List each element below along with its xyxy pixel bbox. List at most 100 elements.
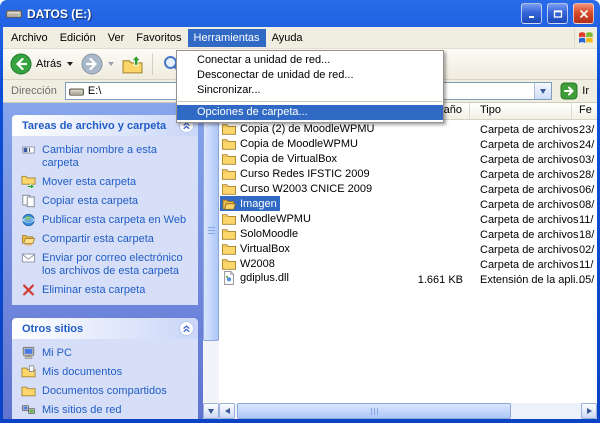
table-row[interactable]: SoloMoodle Carpeta de archivos 18/ (219, 227, 597, 242)
tasks-panel-header[interactable]: Tareas de archivo y carpeta (12, 115, 198, 136)
menu-herramientas[interactable]: Herramientas (188, 29, 266, 47)
table-row[interactable]: Curso Redes IFSTIC 2009 Carpeta de archi… (219, 167, 597, 182)
address-dropdown-button[interactable] (534, 83, 551, 99)
file-name[interactable]: Curso Redes IFSTIC 2009 (240, 168, 370, 180)
file-name[interactable]: MoodleWPMU (240, 213, 311, 225)
table-row[interactable]: Copia de MoodleWPMU Carpeta de archivos … (219, 137, 597, 152)
forward-dropdown-caret[interactable] (108, 62, 114, 66)
tasks-panel-title: Tareas de archivo y carpeta (22, 120, 166, 132)
minimize-icon (527, 9, 537, 19)
chevron-down-icon (540, 89, 546, 94)
task-publish-web[interactable]: Publicar esta carpeta en Web (21, 214, 194, 227)
task-label[interactable]: Enviar por correo electrónico los archiv… (42, 252, 187, 278)
windows-logo-icon (574, 28, 597, 47)
scroll-down-button[interactable] (203, 403, 219, 419)
file-name[interactable]: SoloMoodle (240, 228, 298, 240)
place-label[interactable]: Documentos compartidos (42, 385, 167, 398)
menu-archivo[interactable]: Archivo (5, 29, 54, 47)
place-label[interactable]: Mi PC (42, 347, 72, 360)
forward-icon (81, 53, 103, 75)
collapse-button[interactable] (179, 321, 194, 336)
table-row[interactable]: Copia (2) de MoodleWPMU Carpeta de archi… (219, 122, 597, 137)
menu-ver[interactable]: Ver (102, 29, 131, 47)
titlebar[interactable]: DATOS (E:) (3, 0, 597, 27)
menu-edicion[interactable]: Edición (54, 29, 102, 47)
sidebar-item-mis-documentos[interactable]: Mis documentos (21, 366, 194, 379)
chevron-double-up-icon (180, 322, 193, 335)
back-dropdown-caret[interactable] (67, 62, 73, 66)
menu-favoritos[interactable]: Favoritos (130, 29, 187, 47)
task-copy-folder[interactable]: Copiar esta carpeta (21, 195, 194, 208)
forward-button[interactable] (78, 52, 117, 76)
window-title: DATOS (E:) (27, 7, 516, 21)
task-label[interactable]: Eliminar esta carpeta (42, 284, 145, 297)
scroll-left-button[interactable] (219, 403, 235, 419)
menu-item-sincronizar[interactable]: Sincronizar... (177, 83, 443, 98)
table-row[interactable]: W2008 Carpeta de archivos 11/ (219, 257, 597, 272)
file-name[interactable]: Copia (2) de MoodleWPMU (240, 123, 375, 135)
computer-icon (21, 346, 36, 360)
task-move-folder[interactable]: Mover esta carpeta (21, 176, 194, 189)
task-label[interactable]: Mover esta carpeta (42, 176, 136, 189)
column-header-type[interactable]: Tipo (470, 103, 572, 119)
scroll-right-button[interactable] (581, 403, 597, 419)
menu-ayuda[interactable]: Ayuda (266, 29, 309, 47)
task-label[interactable]: Compartir esta carpeta (42, 233, 154, 246)
horizontal-scrollbar[interactable] (219, 403, 597, 419)
table-row-selected[interactable]: Imagen Carpeta de archivos 08/ (219, 197, 597, 212)
explorer-window: DATOS (E:) Archivo Edición Ver Favoritos… (0, 0, 600, 423)
sidebar-item-mi-pc[interactable]: Mi PC (21, 347, 194, 360)
place-label[interactable]: Mis sitios de red (42, 404, 121, 417)
task-rename-folder[interactable]: Cambiar nombre a esta carpeta (21, 144, 194, 170)
go-icon (560, 82, 578, 100)
task-share-folder[interactable]: Compartir esta carpeta (21, 233, 194, 246)
tasks-panel: Tareas de archivo y carpeta Cambiar nomb… (12, 115, 198, 305)
folder-icon (222, 213, 236, 225)
vertical-scroll-thumb[interactable] (203, 119, 219, 341)
file-name[interactable]: Copia de MoodleWPMU (240, 138, 358, 150)
file-name[interactable]: Copia de VirtualBox (240, 153, 337, 165)
email-icon (21, 251, 36, 265)
file-name[interactable]: Imagen (240, 198, 277, 210)
share-folder-icon (21, 232, 36, 246)
task-email-files[interactable]: Enviar por correo electrónico los archiv… (21, 252, 194, 278)
folder-icon (222, 138, 236, 150)
back-button[interactable]: Atrás (7, 52, 76, 76)
table-row[interactable]: VirtualBox Carpeta de archivos 02/ (219, 242, 597, 257)
column-header-date[interactable]: Fe (572, 103, 597, 119)
sidebar-item-mis-sitios-de-red[interactable]: Mis sitios de red (21, 404, 194, 417)
go-button[interactable]: Ir (552, 82, 595, 100)
file-type: Carpeta de archivos (470, 229, 572, 241)
horizontal-scroll-thumb[interactable] (237, 403, 511, 419)
table-row[interactable]: Curso W2003 CNICE 2009 Carpeta de archiv… (219, 182, 597, 197)
other-places-header[interactable]: Otros sitios (12, 318, 198, 339)
minimize-button[interactable] (521, 3, 542, 24)
tasks-panel-body: Cambiar nombre a esta carpeta Mover esta… (12, 136, 198, 305)
file-date: 02/ (572, 244, 597, 256)
menu-item-desconectar-unidad-red[interactable]: Desconectar de unidad de red... (177, 68, 443, 83)
close-button[interactable] (573, 3, 594, 24)
table-row[interactable]: gdiplus.dll 1.661 KB Extensión de la apl… (219, 272, 597, 287)
file-name[interactable]: VirtualBox (240, 243, 290, 255)
arrow-right-icon (587, 408, 592, 414)
table-row[interactable]: MoodleWPMU Carpeta de archivos 11/ (219, 212, 597, 227)
menu-item-conectar-unidad-red[interactable]: Conectar a unidad de red... (177, 53, 443, 68)
task-label[interactable]: Publicar esta carpeta en Web (42, 214, 186, 227)
place-label[interactable]: Mis documentos (42, 366, 122, 379)
file-name[interactable]: gdiplus.dll (240, 272, 289, 284)
task-label[interactable]: Cambiar nombre a esta carpeta (42, 144, 187, 170)
task-delete-folder[interactable]: Eliminar esta carpeta (21, 284, 194, 297)
sidebar-item-documentos-compartidos[interactable]: Documentos compartidos (21, 385, 194, 398)
file-name[interactable]: W2008 (240, 258, 275, 270)
folder-icon (222, 243, 236, 255)
sidebar-vertical-scrollbar[interactable] (203, 103, 219, 419)
task-label[interactable]: Copiar esta carpeta (42, 195, 138, 208)
arrow-down-icon (208, 409, 214, 414)
up-button[interactable] (119, 53, 146, 76)
dll-file-icon (222, 271, 236, 285)
menu-item-opciones-de-carpeta[interactable]: Opciones de carpeta... (177, 105, 443, 120)
folder-icon (222, 228, 236, 240)
file-name[interactable]: Curso W2003 CNICE 2009 (240, 183, 372, 195)
table-row[interactable]: Copia de VirtualBox Carpeta de archivos … (219, 152, 597, 167)
maximize-button[interactable] (547, 3, 568, 24)
